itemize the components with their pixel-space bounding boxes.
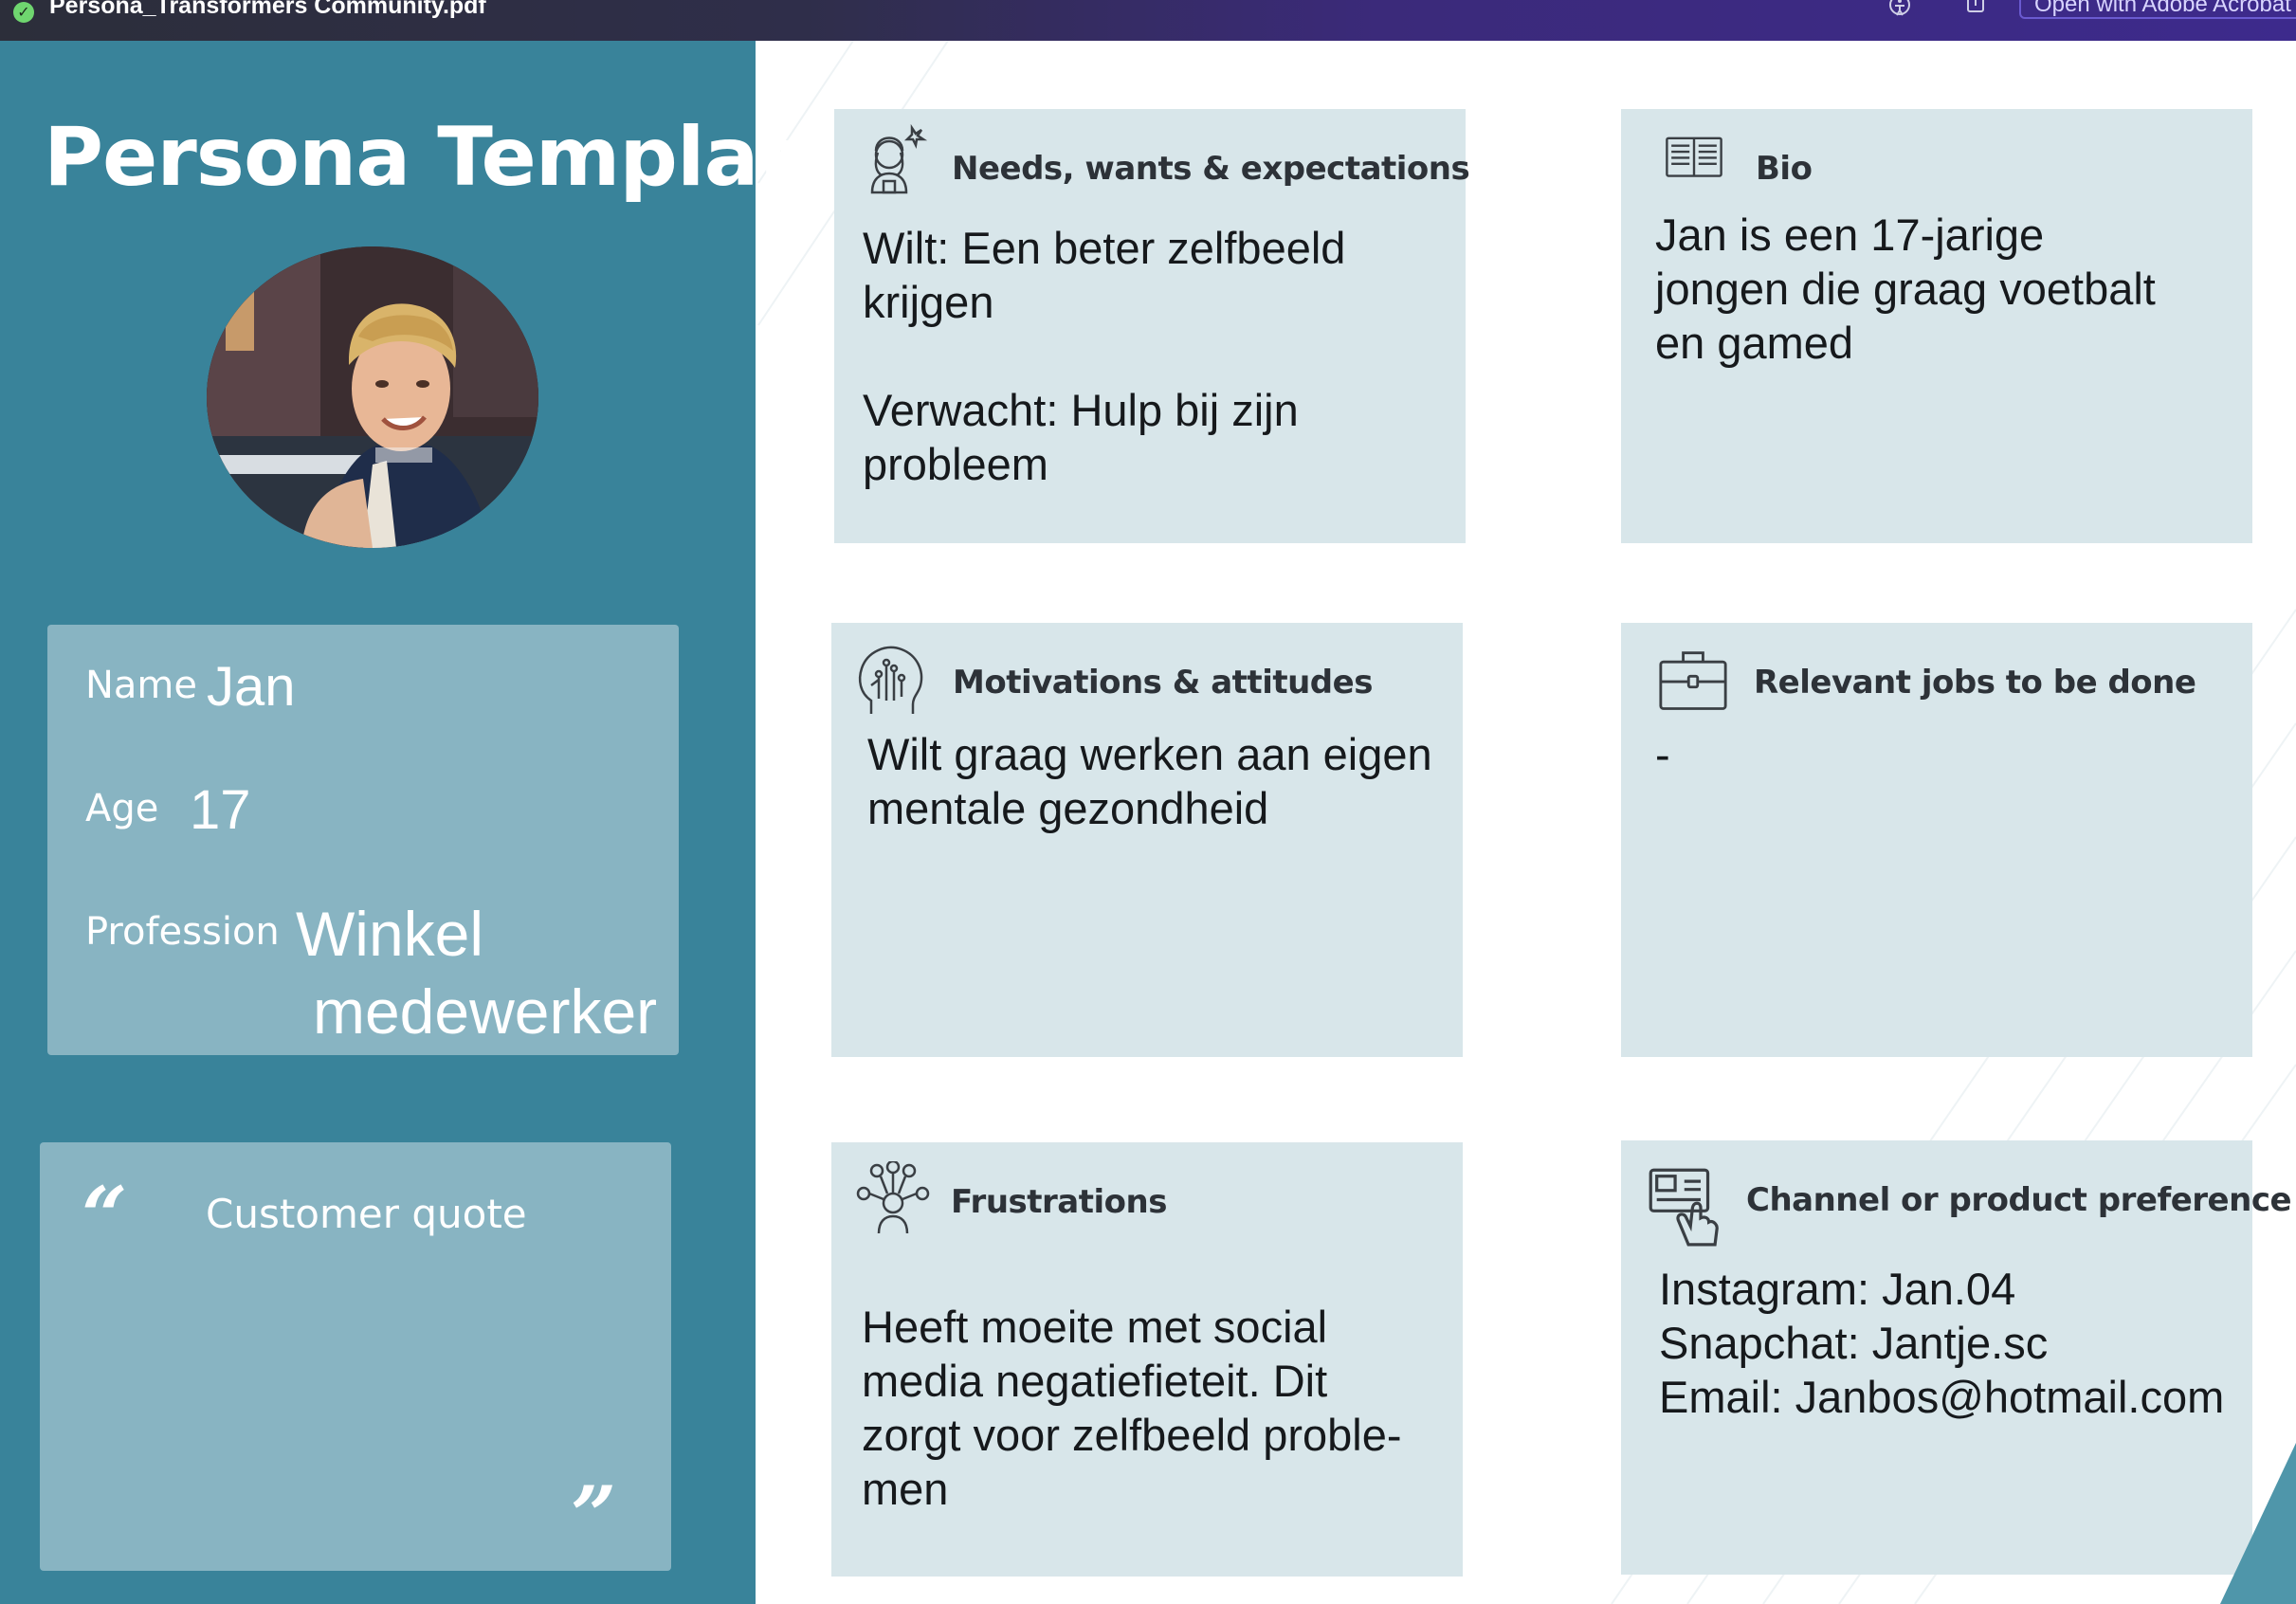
pdf-page: Persona Template Name Jan Age 17 Profess… (0, 41, 2296, 1604)
profession-label: Profession (85, 910, 280, 954)
pdf-check-icon: ✓ (13, 2, 34, 23)
frustrations-body: Heeft moeite met social media negatiefie… (862, 1302, 1402, 1514)
bio-body: Jan is een 17-jarige jongen die graag vo… (1655, 210, 2156, 368)
bio-card: Bio Jan is een 17-jarige jongen die graa… (1621, 109, 2252, 543)
age-value: 17 (190, 779, 251, 841)
customer-quote-label: Customer quote (206, 1191, 527, 1237)
woman-thinking-icon (870, 123, 928, 194)
name-value: Jan (207, 656, 296, 718)
motivations-body: Wilt graag werken aan eigen mentale gezo… (867, 729, 1432, 833)
open-quote-icon: “ (82, 1169, 128, 1263)
channel-title: Channel or product preference (1746, 1181, 2292, 1219)
needs-title: Needs, wants & expectations (952, 150, 1470, 188)
jobs-card: Relevant jobs to be done - (1621, 623, 2252, 1057)
page-title: Persona Template (44, 110, 851, 205)
document-filename: Persona_Transformers Community.pdf (49, 0, 486, 19)
head-circuit-icon (858, 646, 923, 714)
decorative-corner-triangle (2220, 1443, 2296, 1604)
persona-info-card: Name Jan Age 17 Profession Winkel medewe… (47, 625, 679, 1055)
needs-body: Wilt: Een beter zelfbeeld krijgen Verwac… (863, 223, 1346, 489)
close-quote-icon: ” (571, 1468, 617, 1562)
age-label: Age (85, 787, 159, 830)
jobs-body: - (1655, 729, 1670, 779)
profession-value-line2: medewerker (313, 976, 658, 1047)
viewer-title-bar: ✓ Persona_Transformers Community.pdf Ope… (0, 0, 2296, 41)
motivations-title: Motivations & attitudes (953, 664, 1373, 702)
frustrations-card: Frustrations Heeft moeite met social med… (831, 1142, 1463, 1577)
persona-photo (207, 246, 538, 548)
touch-screen-icon (1649, 1168, 1719, 1247)
profession-value-line1: Winkel (296, 899, 484, 969)
persona-sidebar: Persona Template Name Jan Age 17 Profess… (0, 41, 851, 1604)
frustrations-title: Frustrations (951, 1183, 1167, 1221)
bio-title: Bio (1756, 150, 1813, 188)
open-in-acrobat-button[interactable]: Open with Adobe Acrobat (2019, 0, 2296, 19)
channel-body: Instagram: Jan.04 Snapchat: Jantje.sc Em… (1659, 1264, 2225, 1422)
open-book-icon (1666, 137, 1722, 177)
accessibility-icon[interactable] (1886, 0, 1913, 17)
customer-quote-card: “ Customer quote ” (40, 1142, 671, 1571)
name-label: Name (85, 664, 198, 707)
channel-card: Channel or product preference Instagram:… (1621, 1140, 2292, 1575)
person-network-icon (856, 1161, 930, 1234)
motivations-card: Motivations & attitudes Wilt graag werke… (831, 623, 1463, 1057)
briefcase-icon (1659, 651, 1727, 710)
jobs-title: Relevant jobs to be done (1754, 664, 2196, 702)
share-icon[interactable] (1962, 0, 1989, 17)
needs-card: Needs, wants & expectations Wilt: Een be… (834, 109, 1470, 543)
